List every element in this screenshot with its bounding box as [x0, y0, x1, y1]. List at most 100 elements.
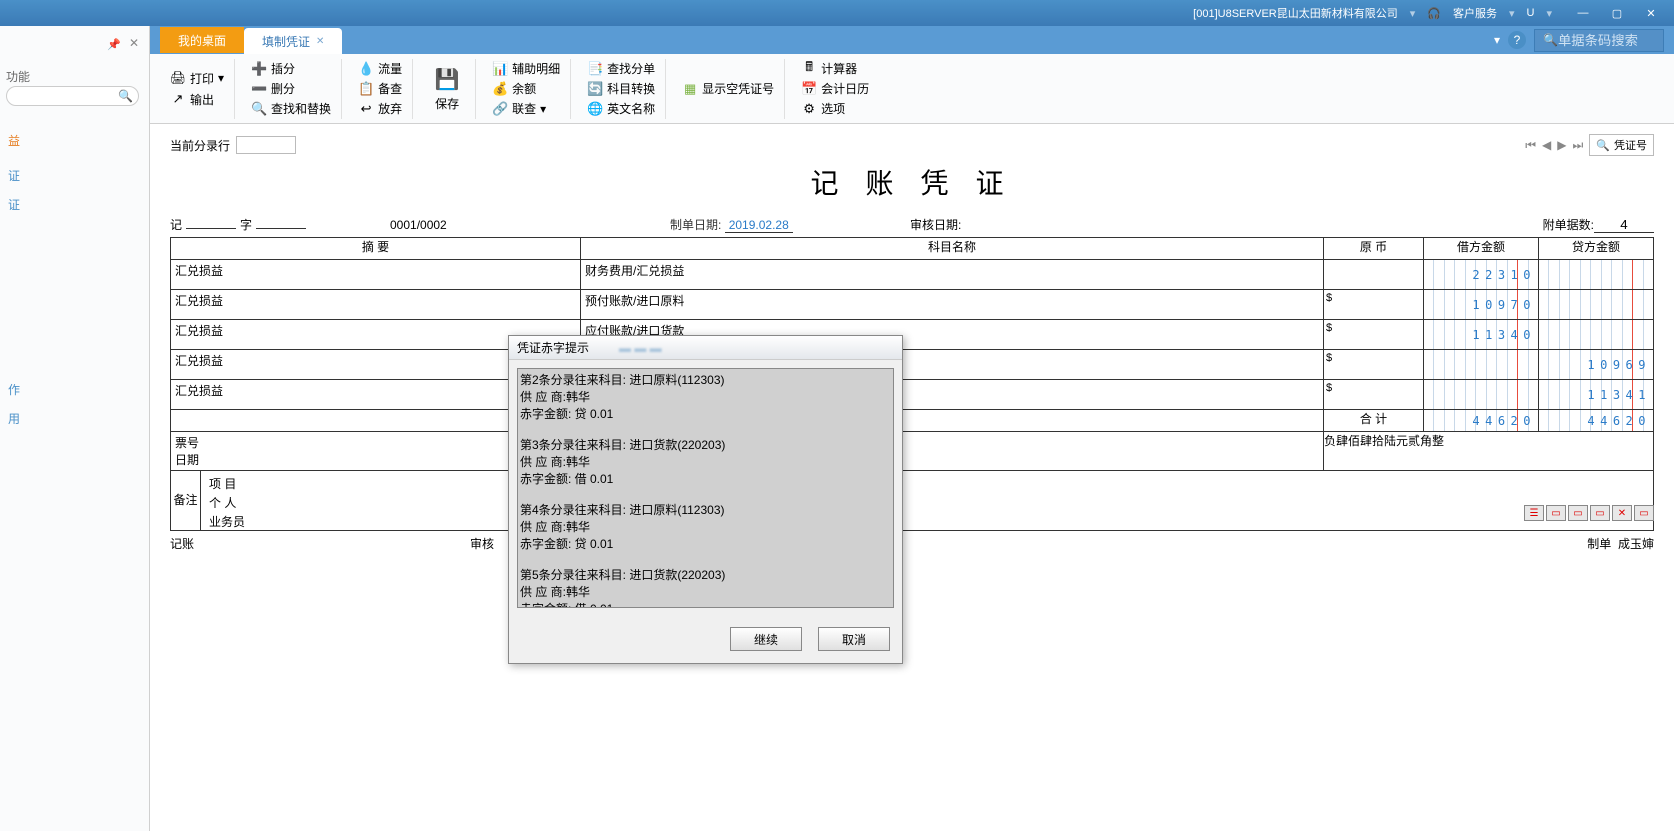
pin-icon[interactable]: 📌: [107, 38, 121, 51]
last-icon[interactable]: ⏭: [1572, 138, 1583, 153]
titlebar: [001]U8SERVER昆山太田新材料有限公司 ▾ 🎧 客户服务 ▾ U ▾ …: [0, 0, 1674, 26]
findsplit-button[interactable]: 📑查找分单: [583, 59, 659, 78]
barcode-search-input[interactable]: [1558, 33, 1655, 48]
minimize-button[interactable]: —: [1574, 5, 1592, 21]
delete-button[interactable]: ➖删分: [247, 79, 335, 98]
help-icon[interactable]: ?: [1508, 31, 1526, 49]
dropdown-icon[interactable]: ▾: [1494, 33, 1500, 47]
lang-icon: 🌐: [587, 101, 603, 117]
flow-button[interactable]: 💧流量: [354, 59, 406, 78]
company-label: [001]U8SERVER昆山太田新材料有限公司: [1193, 5, 1398, 21]
maker-name: 成玉婶: [1618, 537, 1654, 551]
nav-item-yong[interactable]: 用: [8, 404, 141, 433]
table-row[interactable]: 汇兑损益$11341: [171, 380, 1654, 410]
header-credit: 贷方金额: [1539, 238, 1654, 260]
empty-icon: ▦: [682, 81, 698, 97]
detail-icon: 📊: [492, 61, 508, 77]
total-debit: 44620: [1472, 414, 1536, 428]
engname-button[interactable]: 🌐英文名称: [583, 99, 659, 118]
acctcal-button[interactable]: 📅会计日历: [797, 79, 873, 98]
balance-icon: 💰: [492, 81, 508, 97]
nav-item-zuo[interactable]: 作: [8, 375, 141, 404]
search-icon: 🔍: [1543, 33, 1558, 47]
nav-item-zh2[interactable]: 证: [8, 190, 141, 219]
showempty-button[interactable]: ▦显示空凭证号: [678, 79, 778, 98]
table-row[interactable]: 汇兑损益预付账款/进口原料$10970: [171, 290, 1654, 320]
mini-btn-5[interactable]: ✕: [1612, 505, 1632, 521]
lookup-button[interactable]: 🔗联查 ▾: [488, 99, 564, 118]
table-row[interactable]: 汇兑损益财务费用/汇兑损益22310: [171, 260, 1654, 290]
findreplace-button[interactable]: 🔍查找和替换: [247, 99, 335, 118]
mini-toolbar: ☰ ▭ ▭ ▭ ✕ ▭: [1524, 505, 1654, 521]
maximize-button[interactable]: ▢: [1608, 5, 1626, 21]
remark-person: 个 人: [209, 494, 245, 511]
header-subject: 科目名称: [581, 238, 1324, 260]
mini-btn-1[interactable]: ☰: [1524, 505, 1544, 521]
headset-icon: 🎧: [1427, 7, 1441, 20]
voucher-no: 0001/0002: [390, 218, 670, 232]
makedate-value[interactable]: 2019.02.28: [725, 218, 793, 233]
u-label[interactable]: U: [1527, 7, 1535, 19]
print-button[interactable]: 🖨打印 ▾: [166, 69, 228, 88]
calc-button[interactable]: 🖩计算器: [797, 59, 873, 78]
service-label[interactable]: 客户服务: [1453, 5, 1497, 21]
remark-label: 备注: [171, 471, 201, 530]
header-debit: 借方金额: [1424, 238, 1539, 260]
save-button[interactable]: 💾保存: [425, 65, 469, 112]
footer-jz: 记账: [170, 535, 470, 552]
delete-icon: ➖: [251, 81, 267, 97]
nav-item-zh1[interactable]: 证: [8, 161, 141, 190]
lookup-icon: 🔗: [492, 101, 508, 117]
search-icon[interactable]: 🔍: [118, 89, 133, 103]
close-button[interactable]: ✕: [1642, 5, 1660, 21]
insert-button[interactable]: ➕插分: [247, 59, 335, 78]
dialog-titlebar[interactable]: 凭证赤字提示 ▬ ▬ ▬: [509, 336, 902, 360]
mini-btn-6[interactable]: ▭: [1634, 505, 1654, 521]
subjswitch-button[interactable]: 🔄科目转换: [583, 79, 659, 98]
curline-label: 当前分录行: [170, 137, 230, 154]
mini-btn-3[interactable]: ▭: [1568, 505, 1588, 521]
continue-button[interactable]: 继续: [730, 627, 802, 651]
abandon-button[interactable]: ↩放弃: [354, 99, 406, 118]
abandon-icon: ↩: [358, 101, 374, 117]
barcode-search[interactable]: 🔍: [1534, 29, 1664, 52]
dialog-textarea[interactable]: [517, 368, 894, 608]
nav-item-yi[interactable]: 益: [8, 126, 141, 155]
voucher-no-search[interactable]: 🔍 凭证号: [1589, 134, 1654, 156]
next-icon[interactable]: ▶: [1557, 138, 1566, 152]
table-row[interactable]: 汇兑损益应付账款/进口货款$11340: [171, 320, 1654, 350]
audit-button[interactable]: 📋备查: [354, 79, 406, 98]
total-credit: 44620: [1587, 414, 1651, 428]
calc-icon: 🖩: [801, 61, 817, 77]
func-label: 功能: [6, 68, 30, 85]
auditdate-label: 审核日期:: [910, 216, 1543, 233]
tabbar: 我的桌面 填制凭证✕ ▾ ? 🔍: [0, 26, 1674, 54]
mini-btn-2[interactable]: ▭: [1546, 505, 1566, 521]
voucher-title: 记 账 凭 证: [170, 162, 1654, 202]
panel-close-icon[interactable]: ✕: [129, 36, 139, 50]
tab-desktop[interactable]: 我的桌面: [160, 27, 244, 53]
header-currency: 原 币: [1324, 238, 1424, 260]
table-row[interactable]: 汇兑损益$10969: [171, 350, 1654, 380]
save-icon: 💾: [433, 65, 461, 93]
calendar-icon: 📅: [801, 81, 817, 97]
header-summary: 摘 要: [171, 238, 581, 260]
options-button[interactable]: ⚙选项: [797, 99, 873, 118]
attach-input[interactable]: [1594, 217, 1654, 233]
mini-btn-4[interactable]: ▭: [1590, 505, 1610, 521]
remark-project: 项 目: [209, 475, 245, 492]
insert-icon: ➕: [251, 61, 267, 77]
output-button[interactable]: ↗输出: [166, 90, 228, 109]
close-icon[interactable]: ✕: [316, 36, 324, 47]
gear-icon: ⚙: [801, 101, 817, 117]
cancel-button[interactable]: 取消: [818, 627, 890, 651]
curline-input[interactable]: [236, 136, 296, 154]
tab-voucher[interactable]: 填制凭证✕: [244, 28, 342, 54]
prev-icon[interactable]: ◀: [1542, 138, 1551, 152]
content: 当前分录行 ⏮ ◀ ▶ ⏭ 🔍 凭证号 记 账 凭 证 记字 0001/0002…: [150, 124, 1674, 831]
first-icon[interactable]: ⏮: [1525, 138, 1536, 153]
flow-icon: 💧: [358, 61, 374, 77]
chinese-amount: 负肆佰肆拾陆元贰角整: [1324, 432, 1654, 471]
auxdetail-button[interactable]: 📊辅助明细: [488, 59, 564, 78]
balance-button[interactable]: 💰余额: [488, 79, 564, 98]
